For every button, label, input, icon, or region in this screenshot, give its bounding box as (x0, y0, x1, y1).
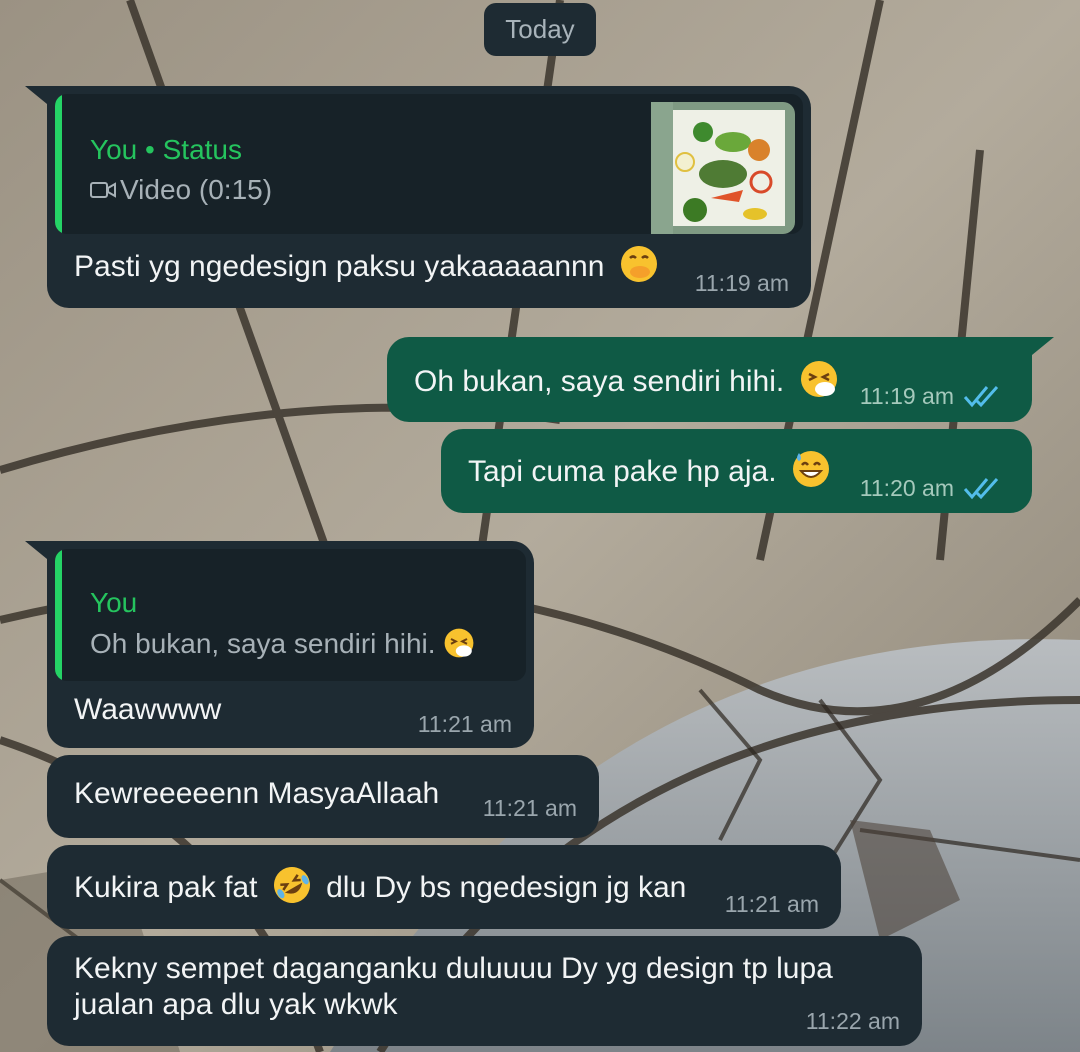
message-text-content: Pasti yg ngedesign paksu yakaaaaannn (74, 250, 605, 283)
message-time: 11:19 am (859, 383, 954, 409)
message-bubble-outgoing[interactable]: Oh bukan, saya sendiri hihi. 11:19 am (387, 337, 1054, 422)
message-text: Waawwww (74, 693, 222, 726)
sneezing-face-icon (800, 361, 837, 397)
grinning-face-with-sweat-icon (792, 451, 829, 487)
message-text-content: Tapi cuma pake hp aja. (468, 455, 777, 488)
quote-author: You (90, 587, 138, 618)
message-time: 11:21 am (417, 711, 512, 737)
message-bubble-outgoing[interactable]: Tapi cuma pake hp aja. 11:20 am (441, 429, 1032, 513)
message-bubble-incoming[interactable]: You • Status Video (0:15) Pasti yg ngede… (25, 86, 811, 308)
message-text: Kukira pak fat dlu Dy bs ngedesign jg ka… (74, 865, 686, 905)
message-time: 11:22 am (805, 1008, 900, 1034)
message-text: Tapi cuma pake hp aja. (468, 449, 831, 489)
read-receipt-icon (963, 386, 999, 408)
date-chip: Today (484, 3, 596, 56)
quoted-status[interactable]: You • Status Video (0:15) (55, 94, 803, 234)
message-text-before: Kukira pak fat (74, 871, 258, 904)
face-with-hand-over-mouth-icon (620, 246, 657, 282)
quote-text: Video (0:15) (90, 174, 272, 206)
sneezing-face-icon (444, 628, 474, 658)
message-bubble-incoming[interactable]: Kekny sempet daganganku duluuuu Dy yg de… (47, 936, 922, 1046)
quote-video-duration: Video (0:15) (120, 174, 273, 205)
date-chip-label: Today (505, 14, 575, 44)
message-text-after: dlu Dy bs ngedesign jg kan (326, 871, 687, 904)
message-bubble-incoming[interactable]: Kewreeeeenn MasyaAllaah 11:21 am (47, 755, 599, 838)
quote-accent-bar (55, 549, 62, 681)
quote-accent-bar (55, 94, 62, 234)
message-time: 11:19 am (694, 270, 789, 296)
quoted-message[interactable]: You Oh bukan, saya sendiri hihi. (55, 549, 526, 681)
message-bubble-incoming[interactable]: You Oh bukan, saya sendiri hihi. Waawwww… (25, 541, 534, 748)
message-text: Oh bukan, saya sendiri hihi. (414, 359, 839, 399)
message-bubble-incoming[interactable]: Kukira pak fat dlu Dy bs ngedesign jg ka… (47, 845, 841, 929)
message-text-content: Oh bukan, saya sendiri hihi. (414, 365, 785, 398)
message-time: 11:21 am (724, 891, 819, 917)
quote-text-content: Oh bukan, saya sendiri hihi. (90, 628, 436, 659)
message-time: 11:21 am (482, 795, 577, 821)
quote-text: Oh bukan, saya sendiri hihi. (90, 627, 475, 660)
read-receipt-icon (963, 478, 999, 500)
rolling-on-the-floor-laughing-icon (273, 867, 310, 903)
message-text: Kewreeeeenn MasyaAllaah (74, 777, 440, 810)
message-text: Pasti yg ngedesign paksu yakaaaaannn (74, 244, 659, 284)
message-text-line-2: jualan apa dlu yak wkwk (74, 988, 398, 1021)
message-time: 11:20 am (859, 475, 954, 501)
video-camera-icon (90, 182, 116, 198)
status-thumbnail[interactable] (651, 102, 795, 234)
message-text-line-1: Kekny sempet daganganku duluuuu Dy yg de… (74, 952, 833, 985)
quote-author: You • Status (90, 134, 242, 165)
